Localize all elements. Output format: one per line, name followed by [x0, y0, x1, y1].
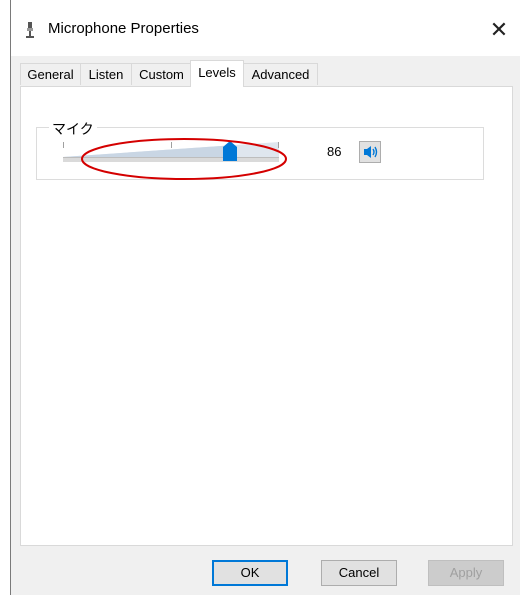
tab-levels[interactable]: Levels [190, 60, 244, 87]
slider-tick [63, 142, 64, 148]
tab-general[interactable]: General [20, 63, 81, 85]
tab-advanced[interactable]: Advanced [243, 63, 318, 85]
apply-button[interactable]: Apply [428, 560, 504, 586]
ok-button[interactable]: OK [212, 560, 288, 586]
close-button[interactable]: ✕ [477, 14, 520, 46]
mute-toggle-button[interactable] [359, 141, 381, 163]
microphone-icon [26, 22, 34, 38]
tab-listen[interactable]: Listen [80, 63, 132, 85]
red-annotation-ellipse [81, 138, 287, 180]
window-title: Microphone Properties [48, 20, 199, 37]
cancel-button[interactable]: Cancel [321, 560, 397, 586]
title-bar: Microphone Properties ✕ [11, 0, 520, 56]
close-icon: ✕ [489, 17, 509, 42]
speaker-icon [364, 146, 378, 158]
level-value: 86 [327, 144, 342, 159]
tab-custom[interactable]: Custom [131, 63, 192, 85]
group-label: マイク [49, 119, 97, 139]
microphone-properties-dialog: Microphone Properties ✕ General Listen C… [10, 0, 520, 595]
